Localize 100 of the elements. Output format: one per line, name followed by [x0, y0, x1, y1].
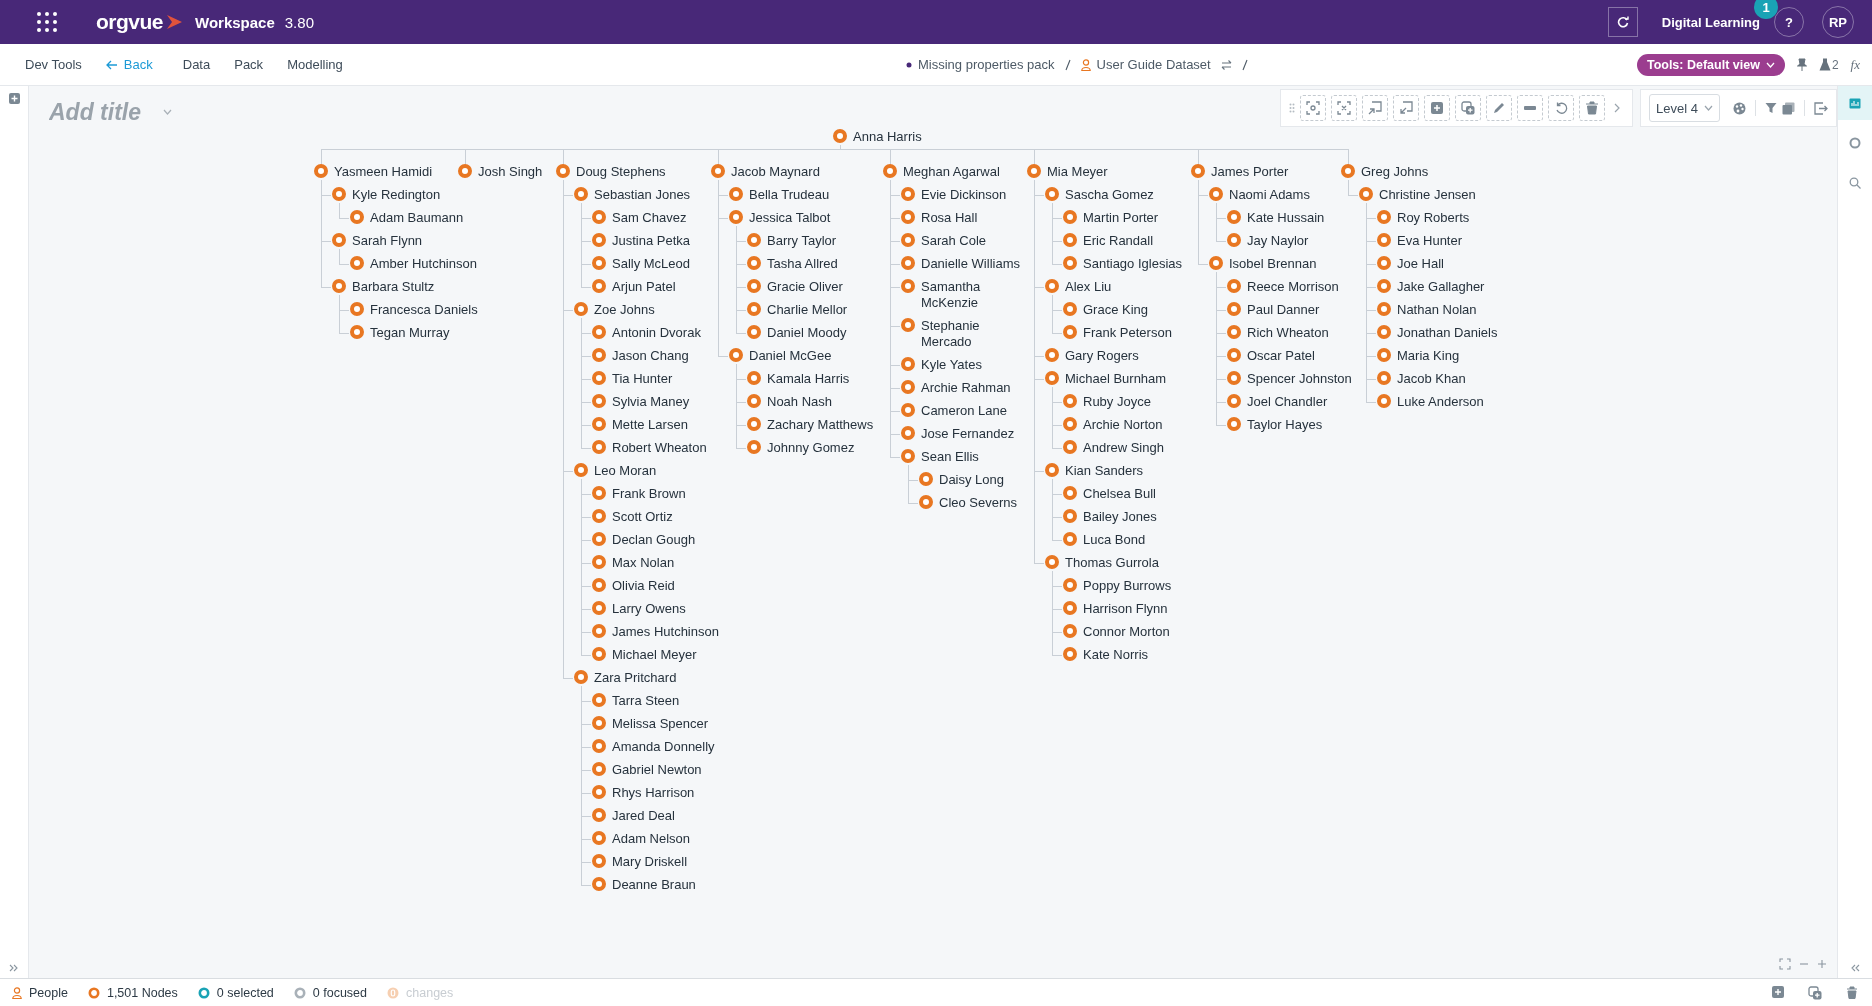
- tool-button[interactable]: [1300, 95, 1327, 121]
- node-name[interactable]: Archie Norton: [1083, 417, 1163, 433]
- node-name[interactable]: Sarah Flynn: [352, 233, 423, 249]
- node-name[interactable]: Mia Meyer: [1047, 164, 1108, 180]
- node-name[interactable]: Cleo Severns: [939, 495, 1018, 511]
- layers-icon[interactable]: [1782, 101, 1795, 115]
- node-name[interactable]: Evie Dickinson: [921, 187, 1007, 203]
- node-name[interactable]: Anna Harris: [853, 129, 922, 145]
- node-name[interactable]: Jacob Khan: [1397, 371, 1466, 387]
- node-name[interactable]: Kamala Harris: [767, 371, 850, 387]
- breadcrumb-link[interactable]: User Guide Dataset: [1080, 57, 1211, 72]
- node-name[interactable]: Kate Norris: [1083, 647, 1149, 663]
- node-name[interactable]: Tia Hunter: [612, 371, 673, 387]
- node-name[interactable]: Sylvia Maney: [612, 394, 690, 410]
- add-icon[interactable]: [8, 93, 20, 104]
- node-name[interactable]: Sascha Gomez: [1065, 187, 1154, 203]
- node-name[interactable]: Poppy Burrows: [1083, 578, 1172, 594]
- add-icon[interactable]: [1772, 985, 1784, 998]
- node-name[interactable]: Cameron Lane: [921, 403, 1007, 419]
- node-name[interactable]: Frank Peterson: [1083, 325, 1172, 341]
- node-name[interactable]: Joel Chandler: [1247, 394, 1328, 410]
- node-name[interactable]: Kate Hussain: [1247, 210, 1325, 226]
- node-name[interactable]: Arjun Patel: [612, 279, 676, 295]
- node-name[interactable]: Jason Chang: [612, 348, 689, 364]
- node-name[interactable]: Daniel Moody: [767, 325, 847, 341]
- node-name[interactable]: Zachary Matthews: [767, 417, 874, 433]
- node-name[interactable]: Stephanie Mercado: [921, 318, 1021, 350]
- node-name[interactable]: James Porter: [1211, 164, 1289, 180]
- expand-icon[interactable]: [9, 964, 19, 972]
- tool-button[interactable]: [1393, 95, 1420, 121]
- node-name[interactable]: Robert Wheaton: [612, 440, 707, 456]
- node-name[interactable]: Kyle Yates: [921, 357, 982, 373]
- node-name[interactable]: Thomas Gurrola: [1065, 555, 1159, 571]
- node-name[interactable]: Connor Morton: [1083, 624, 1170, 640]
- node-name[interactable]: Adam Baumann: [370, 210, 464, 226]
- node-name[interactable]: Andrew Singh: [1083, 440, 1164, 456]
- node-name[interactable]: Sarah Cole: [921, 233, 987, 249]
- node-name[interactable]: Oscar Patel: [1247, 348, 1315, 364]
- node-name[interactable]: Michael Meyer: [612, 647, 697, 663]
- node-name[interactable]: Antonin Dvorak: [612, 325, 701, 341]
- tool-button[interactable]: [1579, 95, 1606, 121]
- node-name[interactable]: Taylor Hayes: [1247, 417, 1323, 433]
- node-name[interactable]: Max Nolan: [612, 555, 675, 571]
- tool-button[interactable]: [1548, 95, 1575, 121]
- node-name[interactable]: Johnny Gomez: [767, 440, 855, 456]
- node-name[interactable]: Christine Jensen: [1379, 187, 1476, 203]
- export-icon[interactable]: [1814, 101, 1828, 115]
- chevron-down-icon[interactable]: [163, 109, 172, 115]
- node-name[interactable]: Santiago Iglesias: [1083, 256, 1182, 272]
- node-name[interactable]: Spencer Johnston: [1247, 371, 1352, 387]
- tool-button[interactable]: [1424, 95, 1451, 121]
- node-name[interactable]: Jonathan Daniels: [1397, 325, 1498, 341]
- duplicate-icon[interactable]: [1808, 985, 1822, 1000]
- node-name[interactable]: Harrison Flynn: [1083, 601, 1168, 617]
- nav-link[interactable]: Modelling: [287, 57, 343, 72]
- node-name[interactable]: Melissa Spencer: [612, 716, 709, 732]
- node-name[interactable]: Maria King: [1397, 348, 1460, 364]
- node-name[interactable]: Sam Chavez: [612, 210, 687, 226]
- node-name[interactable]: Alex Liu: [1065, 279, 1112, 295]
- nav-link[interactable]: Data: [182, 57, 211, 72]
- sidebar-tab[interactable]: [1838, 86, 1872, 120]
- node-name[interactable]: Jacob Maynard: [731, 164, 820, 180]
- node-name[interactable]: Doug Stephens: [576, 164, 666, 180]
- node-name[interactable]: Grace King: [1083, 302, 1149, 318]
- node-name[interactable]: Bailey Jones: [1083, 509, 1157, 525]
- node-name[interactable]: Chelsea Bull: [1083, 486, 1156, 502]
- tools-view-dropdown[interactable]: Tools: Default view: [1636, 53, 1785, 76]
- node-name[interactable]: Gracie Oliver: [767, 279, 843, 295]
- node-name[interactable]: Gabriel Newton: [612, 762, 702, 778]
- node-name[interactable]: Scott Ortiz: [612, 509, 673, 525]
- node-name[interactable]: Michael Burnham: [1065, 371, 1167, 387]
- node-name[interactable]: Sally McLeod: [612, 256, 691, 272]
- node-name[interactable]: Luke Anderson: [1397, 394, 1484, 410]
- node-name[interactable]: Josh Singh: [478, 164, 543, 180]
- node-name[interactable]: Deanne Braun: [612, 877, 696, 893]
- node-name[interactable]: Rhys Harrison: [612, 785, 695, 801]
- node-name[interactable]: Roy Roberts: [1397, 210, 1470, 226]
- node-name[interactable]: Reece Morrison: [1247, 279, 1339, 295]
- node-name[interactable]: Larry Owens: [612, 601, 686, 617]
- swap-icon[interactable]: [1220, 59, 1232, 70]
- node-name[interactable]: Declan Gough: [612, 532, 696, 548]
- node-name[interactable]: Amanda Donnelly: [612, 739, 715, 755]
- node-name[interactable]: Bella Trudeau: [749, 187, 830, 203]
- tool-button[interactable]: [1362, 95, 1389, 121]
- zoom-in-icon[interactable]: [1817, 958, 1827, 970]
- node-name[interactable]: Zara Pritchard: [594, 670, 677, 686]
- title-field[interactable]: Add title: [47, 98, 161, 126]
- node-name[interactable]: Noah Nash: [767, 394, 833, 410]
- node-name[interactable]: Ruby Joyce: [1083, 394, 1151, 410]
- node-name[interactable]: James Hutchinson: [612, 624, 719, 640]
- node-name[interactable]: Daniel McGee: [749, 348, 832, 364]
- node-name[interactable]: Francesca Daniels: [370, 302, 478, 318]
- tool-button[interactable]: [1517, 95, 1544, 121]
- node-name[interactable]: Nathan Nolan: [1397, 302, 1477, 318]
- node-name[interactable]: Adam Nelson: [612, 831, 691, 847]
- node-name[interactable]: Paul Danner: [1247, 302, 1320, 318]
- node-name[interactable]: Kyle Redington: [352, 187, 441, 203]
- node-name[interactable]: Martin Porter: [1083, 210, 1159, 226]
- node-name[interactable]: Mary Driskell: [612, 854, 688, 870]
- node-name[interactable]: Mette Larsen: [612, 417, 688, 433]
